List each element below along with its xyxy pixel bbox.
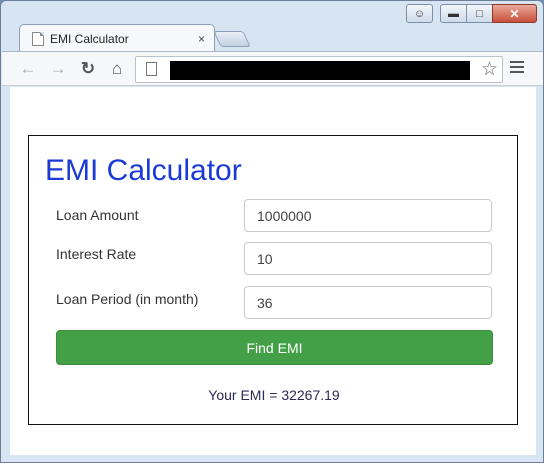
- interest-rate-label: Interest Rate: [56, 246, 137, 262]
- browser-toolbar: ← → ↻ ⌂ ☆: [2, 51, 543, 86]
- url-text: [170, 61, 470, 80]
- new-tab-button[interactable]: [213, 31, 251, 47]
- loan-period-input[interactable]: [244, 286, 492, 319]
- bookmark-star-icon[interactable]: ☆: [481, 58, 498, 81]
- interest-rate-row: Interest Rate: [56, 242, 493, 275]
- page-title: EMI Calculator: [45, 154, 242, 187]
- window-controls: ☺ ▬ □ ✕: [406, 4, 537, 24]
- emi-result-label: Your EMI =: [208, 387, 282, 403]
- minimize-icon[interactable]: ▬: [440, 4, 467, 23]
- page-viewport: EMI Calculator Loan Amount Interest Rate…: [10, 87, 536, 455]
- emi-result: Your EMI = 32267.19: [29, 387, 519, 403]
- page-icon: [146, 62, 157, 76]
- loan-amount-input[interactable]: [244, 199, 492, 232]
- find-emi-button[interactable]: Find EMI: [56, 330, 493, 365]
- interest-rate-input[interactable]: [244, 242, 492, 275]
- reload-icon[interactable]: ↻: [76, 57, 100, 81]
- address-bar[interactable]: ☆: [135, 56, 503, 83]
- forward-icon[interactable]: →: [46, 57, 70, 81]
- tab-close-icon[interactable]: ×: [198, 32, 205, 46]
- emi-result-value: 32267.19: [281, 387, 340, 403]
- close-icon[interactable]: ✕: [492, 4, 537, 23]
- maximize-icon[interactable]: □: [466, 4, 493, 23]
- loan-period-label: Loan Period (in month): [56, 291, 199, 307]
- profile-icon[interactable]: ☺: [406, 4, 433, 23]
- browser-tab[interactable]: EMI Calculator ×: [19, 24, 215, 52]
- menu-icon[interactable]: [510, 61, 524, 75]
- page-icon: [32, 31, 44, 46]
- tab-title: EMI Calculator: [50, 31, 129, 46]
- back-icon[interactable]: ←: [16, 57, 40, 81]
- loan-amount-label: Loan Amount: [56, 207, 139, 223]
- home-icon[interactable]: ⌂: [105, 57, 129, 81]
- browser-window: ☺ ▬ □ ✕ EMI Calculator × ← → ↻ ⌂ ☆ EMI C…: [0, 0, 544, 463]
- loan-period-row: Loan Period (in month): [56, 286, 493, 319]
- loan-amount-row: Loan Amount: [56, 199, 493, 232]
- emi-calculator-card: EMI Calculator Loan Amount Interest Rate…: [28, 135, 518, 425]
